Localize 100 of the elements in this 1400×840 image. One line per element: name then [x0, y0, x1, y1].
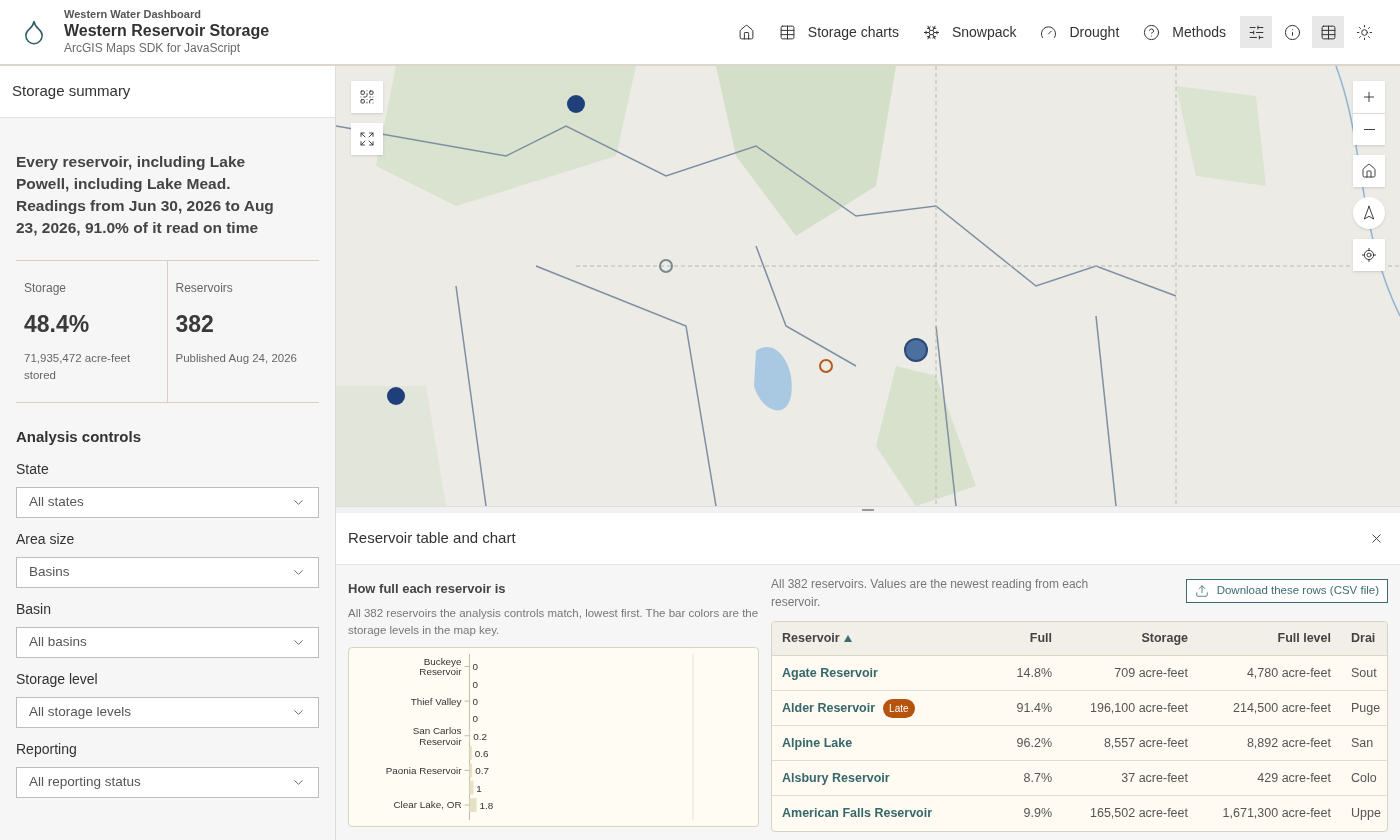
column-header[interactable]: Full: [962, 629, 1062, 648]
value-label: 0.6: [474, 747, 489, 759]
value-label: 0.2: [473, 730, 487, 742]
map-button[interactable]: [351, 123, 383, 155]
table-cell-text: Uppe: [1350, 805, 1382, 823]
table-cell-text: Sout: [1350, 664, 1378, 682]
value-label: 0: [472, 712, 478, 724]
table-cell-text: 214,500 acre-feet: [1232, 699, 1332, 717]
table-cell-text: 8,557 acre-feet: [1102, 734, 1189, 752]
stat-label: Reservoirs: [175, 280, 234, 297]
value-label: 0: [472, 695, 478, 707]
column-header[interactable]: Storage: [1062, 629, 1198, 648]
axis-label: Thief Valley: [410, 695, 462, 707]
value-label: 0: [472, 661, 478, 672]
reservoir-link[interactable]: Agate Reservoir: [782, 663, 878, 683]
resize-handle[interactable]: [336, 506, 1400, 513]
bar: [469, 780, 474, 795]
stat-note: 71,935,472 acre-feet stored: [24, 350, 132, 383]
stat-label: Storage: [24, 280, 68, 297]
snowflake-icon: [922, 23, 940, 41]
home-icon: [737, 23, 755, 41]
zoom-in-icon: [1361, 89, 1377, 105]
table-cell-text: 429 acre-feet: [1256, 769, 1332, 787]
select-field[interactable]: All basins: [16, 627, 319, 658]
tool-button[interactable]: [1240, 16, 1272, 48]
download-button[interactable]: Download these rows (CSV file): [1185, 579, 1388, 603]
table-cell-text: 8.7%: [1022, 769, 1053, 787]
compass-icon: [1361, 205, 1377, 221]
column-header[interactable]: Drai: [1341, 629, 1387, 648]
nav-tab[interactable]: Drought: [1030, 16, 1130, 48]
home-icon: [1361, 163, 1377, 179]
stat-value: 382: [175, 310, 215, 339]
field-label: State: [16, 460, 50, 479]
value-label: 1.8: [479, 799, 494, 811]
select-field[interactable]: All states: [16, 487, 319, 518]
nav-tab[interactable]: Snowpack: [912, 16, 1027, 48]
axis-label: Clear Lake, OR: [393, 798, 462, 810]
field-label: Reporting: [16, 740, 78, 759]
table-cell-text: San: [1350, 734, 1375, 752]
table-cell-text: Colo: [1350, 769, 1378, 787]
value-label: 1: [476, 782, 482, 794]
map-button[interactable]: [351, 81, 383, 113]
chart-title: How full each reservoir is: [348, 580, 507, 598]
app-title: Western Reservoir Storage: [64, 21, 270, 42]
expand-icon: [359, 131, 375, 147]
stat-value: 48.4%: [24, 310, 91, 339]
column-header[interactable]: Full level: [1198, 629, 1341, 648]
table-note: All 382 reservoirs. Values are the newest reading from each reservoir.: [771, 576, 1090, 611]
bar: [469, 762, 473, 777]
table-icon: [1319, 23, 1337, 41]
table-cell-text: 91.4%: [1015, 699, 1053, 717]
panel-title: Reservoir table and chart: [348, 528, 516, 549]
reservoir-link[interactable]: Alpine Lake: [782, 733, 853, 753]
select-field[interactable]: Basins: [16, 557, 319, 588]
tool-button[interactable]: [1312, 16, 1344, 48]
reservoir-link[interactable]: Alder Reservoir: [782, 698, 876, 718]
stat-note: Published Aug 24, 2026: [175, 350, 298, 366]
help-icon: [1143, 23, 1161, 41]
bar: [469, 745, 472, 760]
app-eyebrow: Western Water Dashboard: [64, 7, 202, 22]
reservoir-link[interactable]: American Falls Reservoir: [782, 804, 933, 823]
reservoir-link[interactable]: Alsbury Reservoir: [782, 768, 890, 788]
select-field[interactable]: All reporting status: [16, 767, 319, 798]
chart-description: All 382 reservoirs the analysis controls match, lowest first. The bar colors are the storage levels in the map key.: [348, 605, 759, 638]
upload-icon: [1194, 584, 1209, 598]
nav-tab[interactable]: Storage charts: [768, 16, 909, 48]
section-title: Analysis controls: [16, 426, 143, 447]
zoom-out-icon: [1363, 128, 1375, 131]
table-cell-text: 9.9%: [1022, 805, 1053, 823]
table-cell-text: 37 acre-feet: [1120, 769, 1189, 787]
status-badge: Late: [883, 698, 915, 718]
axis-label: Paonia Reservoir: [385, 764, 462, 776]
value-label: 0.7: [475, 764, 489, 776]
summary-text: Every reservoir, including Lake Powell, including Lake Mead. Readings from Jun 30, 2026 to Aug 23, 2026, 91.0% of it read on time: [16, 152, 275, 238]
column-header[interactable]: Reservoir: [772, 629, 962, 648]
table-cell-text: 1,671,300 acre-feet: [1221, 805, 1332, 823]
gauge-icon: [1040, 23, 1058, 41]
app-subtitle: ArcGIS Maps SDK for JavaScript: [64, 41, 242, 57]
table-cell-text: 96.2%: [1015, 734, 1053, 752]
select-field[interactable]: All storage levels: [16, 697, 319, 728]
table-cell-text: 8,892 acre-feet: [1245, 734, 1332, 752]
locate-icon: [1361, 247, 1377, 263]
table-icon: [778, 23, 796, 41]
panel-title: Storage summary: [12, 81, 131, 102]
sort-up-icon: [843, 635, 852, 642]
table-cell-text: 196,100 acre-feet: [1089, 699, 1189, 717]
table-cell-text: 14.8%: [1015, 664, 1053, 682]
table-cell-text: 709 acre-feet: [1113, 664, 1189, 682]
map-button[interactable]: [1353, 155, 1385, 187]
table-cell-text: 165,502 acre-feet: [1089, 805, 1189, 823]
map-button[interactable]: [1353, 239, 1385, 271]
value-label: 0: [472, 678, 478, 690]
sun-icon: [1355, 23, 1373, 41]
field-label: Basin: [16, 600, 53, 619]
axis-label: Buckeye Reservoir: [419, 655, 462, 677]
field-label: Area size: [16, 530, 76, 549]
field-label: Storage level: [16, 670, 99, 689]
axis-label: San Carlos Reservoir: [412, 724, 462, 747]
nav-tab[interactable]: Methods: [1133, 16, 1236, 48]
map-button[interactable]: [1353, 81, 1385, 113]
